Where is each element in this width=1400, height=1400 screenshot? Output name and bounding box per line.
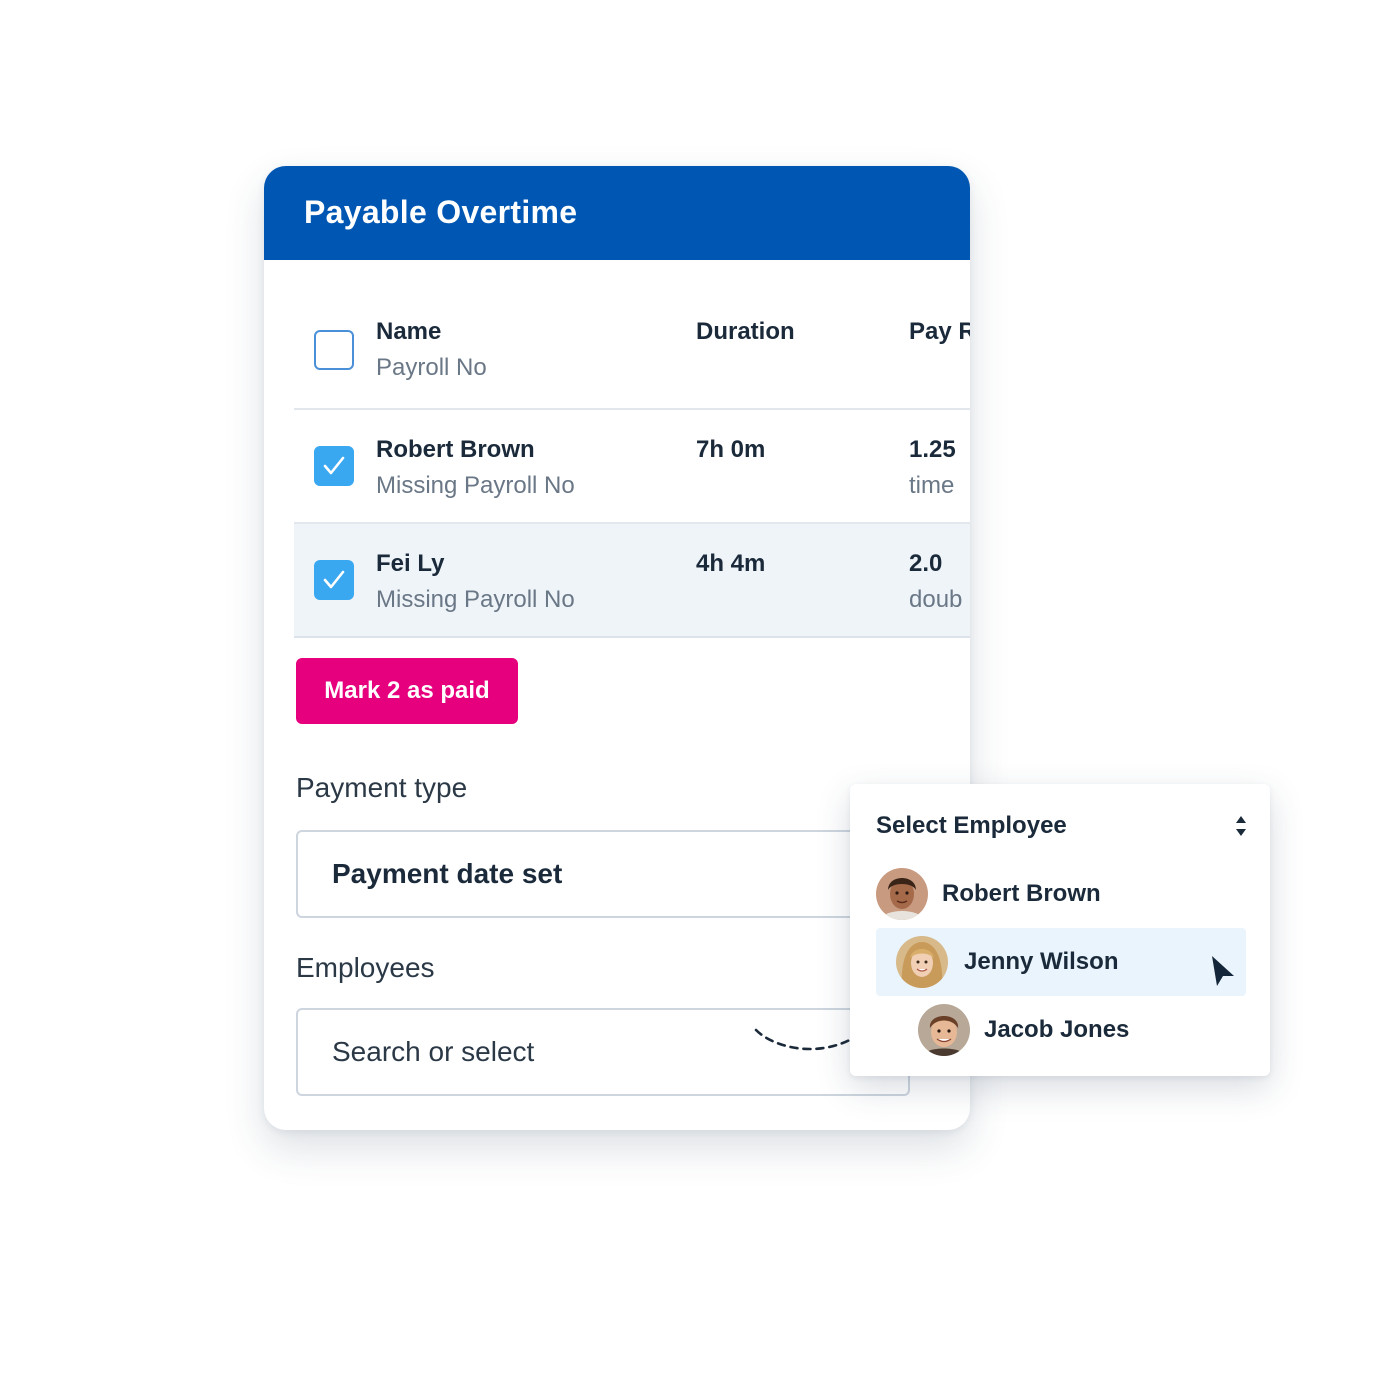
payment-type-select[interactable]: Payment date set bbox=[296, 830, 910, 918]
column-header-payroll-no: Payroll No bbox=[376, 354, 487, 381]
select-all-checkbox[interactable] bbox=[314, 330, 354, 370]
employee-name: Fei Ly bbox=[376, 550, 445, 577]
select-employee-dropdown: Select Employee Robert Brown Jenny Wilso… bbox=[850, 784, 1270, 1076]
dropdown-item-name: Jenny Wilson bbox=[964, 948, 1119, 975]
sort-arrows-icon[interactable] bbox=[1234, 814, 1248, 838]
pay-rate-type: doub bbox=[909, 586, 963, 613]
column-header-pay-rate[interactable]: Pay R bbox=[909, 318, 970, 346]
card-header: Payable Overtime bbox=[264, 166, 970, 260]
payment-type-value: Payment date set bbox=[332, 858, 563, 889]
checkmark-icon bbox=[323, 570, 345, 589]
row-checkbox[interactable] bbox=[314, 446, 354, 486]
checkmark-icon bbox=[323, 456, 345, 475]
pay-rate-type: time bbox=[909, 472, 955, 499]
duration-value: 4h 4m bbox=[696, 550, 766, 577]
table-row[interactable]: Fei Ly Missing Payroll No 4h 4m 2.0 doub bbox=[294, 524, 970, 638]
card-title: Payable Overtime bbox=[304, 194, 578, 230]
dropdown-title: Select Employee bbox=[876, 812, 1067, 839]
employees-search-placeholder: Search or select bbox=[332, 1036, 535, 1067]
mouse-cursor-icon bbox=[1212, 956, 1234, 986]
mark-as-paid-button[interactable]: Mark 2 as paid bbox=[296, 658, 518, 724]
table-row[interactable]: Robert Brown Missing Payroll No 7h 0m 1.… bbox=[294, 410, 970, 524]
dropdown-item-jacob-jones[interactable]: Jacob Jones bbox=[916, 996, 1246, 1064]
employee-name: Robert Brown bbox=[376, 436, 535, 463]
payment-type-label: Payment type bbox=[296, 772, 468, 803]
dropdown-item-jenny-wilson[interactable]: Jenny Wilson bbox=[876, 928, 1246, 996]
payroll-status: Missing Payroll No bbox=[376, 586, 575, 613]
dropdown-item-name: Robert Brown bbox=[942, 880, 1101, 907]
duration-value: 7h 0m bbox=[696, 436, 766, 463]
avatar-woman-blonde bbox=[896, 936, 948, 988]
column-header-name[interactable]: Name bbox=[376, 318, 441, 346]
row-checkbox[interactable] bbox=[314, 560, 354, 600]
dropdown-item-robert-brown[interactable]: Robert Brown bbox=[874, 860, 1244, 928]
column-header-duration[interactable]: Duration bbox=[696, 318, 795, 346]
pay-rate-value: 2.0 bbox=[909, 550, 943, 577]
employees-label: Employees bbox=[296, 952, 435, 983]
avatar-man-brown-hair bbox=[918, 1004, 970, 1056]
avatar-man-dark-hair bbox=[876, 868, 928, 920]
dropdown-item-name: Jacob Jones bbox=[984, 1016, 1130, 1043]
table-header-row: Name Payroll No Duration Pay R bbox=[294, 290, 970, 410]
pay-rate-value: 1.25 bbox=[909, 436, 956, 463]
payroll-status: Missing Payroll No bbox=[376, 472, 575, 499]
